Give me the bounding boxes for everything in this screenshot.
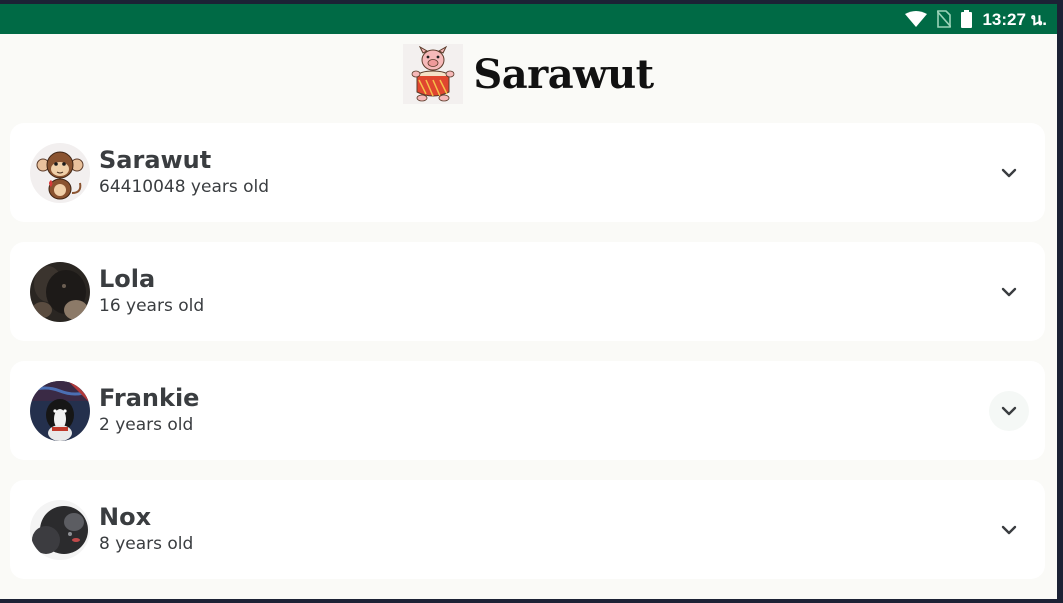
monkey-avatar [30, 142, 90, 203]
app-screen: 13:27 น. Sarawut Sarawut 64410048 years … [0, 4, 1057, 599]
pet-name: Nox [99, 503, 152, 531]
pet-card[interactable]: Nox 8 years old [10, 480, 1045, 579]
chevron-down-icon [1001, 525, 1017, 534]
expand-button[interactable] [989, 390, 1029, 431]
pet-age: 2 years old [99, 415, 194, 435]
pet-age: 8 years old [99, 534, 194, 554]
pet-info: Nox 8 years old [99, 503, 193, 556]
device-frame: 13:27 น. Sarawut Sarawut 64410048 years … [0, 0, 1063, 603]
pet-name: Frankie [99, 384, 200, 412]
pet-card[interactable]: Lola 16 years old [10, 242, 1045, 341]
chevron-down-icon [1001, 406, 1017, 415]
battery-icon [961, 10, 973, 28]
expand-button[interactable] [989, 153, 1029, 193]
chevron-down-icon [1001, 287, 1017, 296]
pet-name: Lola [99, 265, 156, 293]
pet-card[interactable]: Sarawut 64410048 years old [10, 123, 1045, 222]
chevron-down-icon [1001, 168, 1017, 177]
dog-photo-avatar [30, 261, 90, 322]
dog-photo-avatar [30, 499, 90, 560]
status-time: 13:27 น. [982, 9, 1047, 29]
pet-name: Sarawut [99, 146, 212, 174]
pet-list: Sarawut 64410048 years old Lola 16 years… [10, 123, 1045, 599]
pet-card[interactable]: Frankie 2 years old [10, 361, 1045, 460]
wifi-icon [905, 11, 928, 27]
status-bar: 13:27 น. [0, 4, 1057, 34]
pet-age: 16 years old [99, 296, 205, 316]
pig-drum-logo [403, 44, 464, 104]
status-icons: 13:27 น. [905, 6, 1047, 33]
expand-button[interactable] [989, 272, 1029, 312]
app-title: Sarawut [473, 50, 654, 98]
pet-info: Lola 16 years old [99, 265, 204, 318]
pet-info: Sarawut 64410048 years old [99, 146, 269, 199]
expand-button[interactable] [989, 510, 1029, 550]
dog-photo-avatar [30, 380, 90, 441]
no-sim-icon [937, 10, 952, 28]
pet-info: Frankie 2 years old [99, 384, 199, 437]
pet-age: 64410048 years old [99, 177, 270, 197]
app-header: Sarawut [0, 42, 1057, 106]
